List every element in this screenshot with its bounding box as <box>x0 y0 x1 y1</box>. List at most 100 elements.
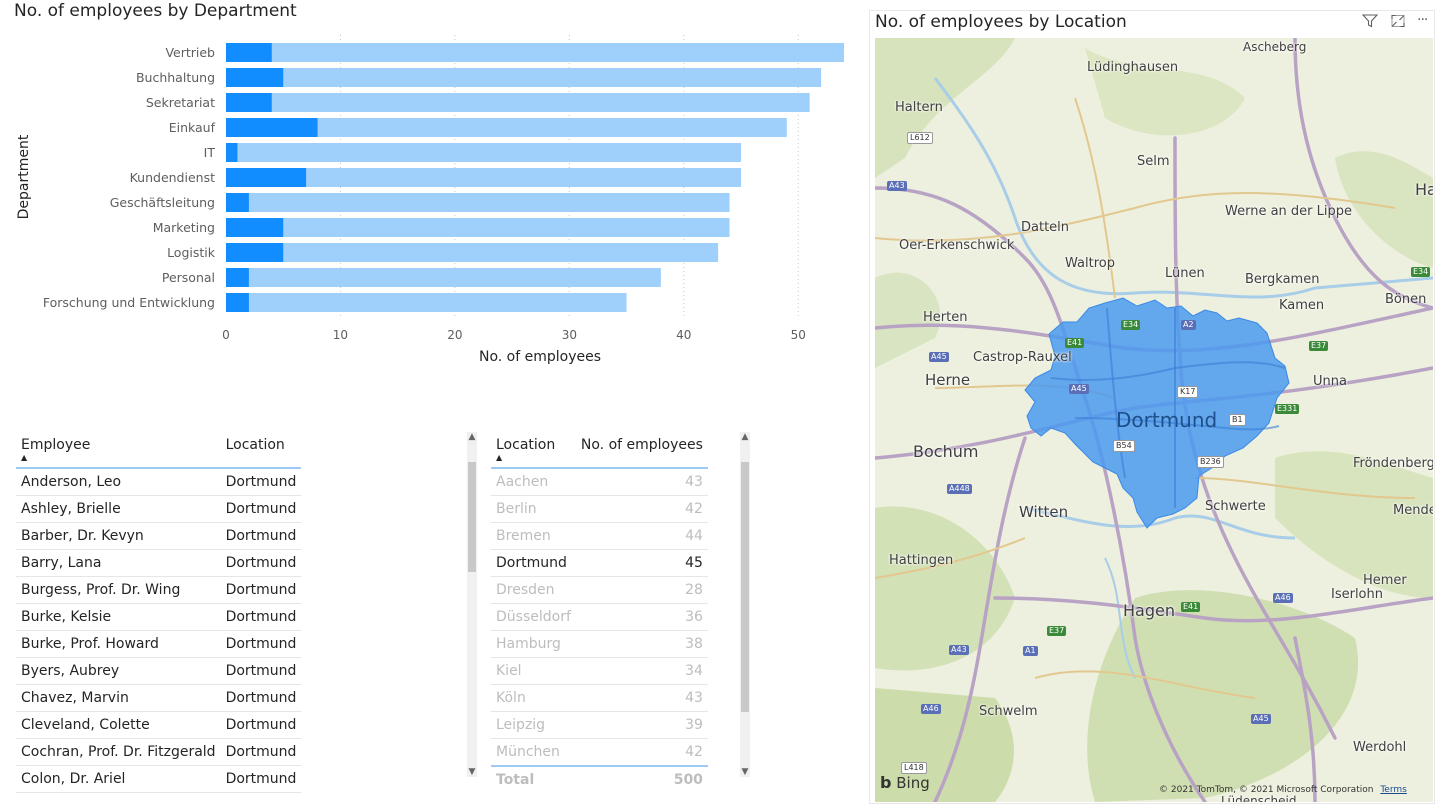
bar-total[interactable] <box>226 143 741 162</box>
map-place-label: Werne an der Lippe <box>1225 204 1352 219</box>
location-cell: Dortmund <box>220 576 302 604</box>
employee-column-header[interactable]: Employee ▲ <box>16 433 221 469</box>
location-cell: Dortmund <box>220 711 302 739</box>
table-row[interactable]: Bremen 44 <box>491 522 708 550</box>
bar-total[interactable] <box>226 43 844 62</box>
table-row[interactable]: Burgess, Prof. Dr. Wing Dortmund <box>16 576 302 604</box>
focus-mode-icon[interactable] <box>1390 14 1406 32</box>
employee-name-cell: Burke, Kelsie <box>16 603 221 631</box>
location-cell: Dortmund <box>491 549 576 577</box>
location-table-scrollbar[interactable]: ▲ ▼ <box>740 432 750 777</box>
road-shield: E331 <box>1275 404 1300 414</box>
bar-total[interactable] <box>226 243 719 262</box>
location-column-header[interactable]: Location ▲ <box>491 433 576 469</box>
employee-table[interactable]: Employee ▲ Location Anderson, Leo Dortmun… <box>16 433 302 793</box>
map-place-label: Herne <box>925 371 971 389</box>
table-row[interactable]: Aachen 43 <box>491 468 708 496</box>
bar-highlight[interactable] <box>226 268 249 287</box>
table-row[interactable]: Köln 43 <box>491 684 708 712</box>
table-row[interactable]: Barber, Dr. Kevyn Dortmund <box>16 522 302 550</box>
table-row[interactable]: Colon, Dr. Ariel Dortmund <box>16 765 302 793</box>
location-column-header[interactable]: Location <box>220 433 302 469</box>
bar-highlight[interactable] <box>226 168 307 187</box>
table-row[interactable]: München 42 <box>491 738 708 767</box>
total-value: 500 <box>575 765 708 793</box>
table-row[interactable]: Düsseldorf 36 <box>491 603 708 631</box>
table-row[interactable]: Hamburg 38 <box>491 630 708 658</box>
road-shield: B1 <box>1229 414 1246 426</box>
employee-name-cell: Burgess, Prof. Dr. Wing <box>16 576 221 604</box>
bar-total[interactable] <box>226 193 730 212</box>
filter-icon[interactable] <box>1361 14 1379 32</box>
location-cell: München <box>491 738 576 767</box>
more-options-icon[interactable]: ··· <box>1417 12 1428 28</box>
bar-highlight[interactable] <box>226 218 284 237</box>
map-place-label: Werdohl <box>1353 740 1407 755</box>
map-place-label: Unna <box>1313 374 1347 389</box>
table-row[interactable]: Ashley, Brielle Dortmund <box>16 495 302 523</box>
table-row[interactable]: Byers, Aubrey Dortmund <box>16 657 302 685</box>
bar-highlight[interactable] <box>226 93 272 112</box>
table-row[interactable]: Dortmund 45 <box>491 549 708 577</box>
road-shield: E41 <box>1065 338 1085 348</box>
scroll-up-icon[interactable]: ▲ <box>740 432 750 442</box>
table-row[interactable]: Cochran, Prof. Dr. Fitzgerald Dortmund <box>16 738 302 766</box>
x-tick-label: 0 <box>222 328 230 342</box>
table-row[interactable]: Kiel 34 <box>491 657 708 685</box>
bar-total[interactable] <box>226 68 822 87</box>
map-place-label: Schwerte <box>1205 499 1266 514</box>
map-place-label: Hattingen <box>889 553 954 568</box>
employee-count-cell: 44 <box>575 522 708 550</box>
bar-chart[interactable]: 0 10 20 30 40 50 Vertrieb Buchhaltung Sekretaria… <box>0 25 860 375</box>
selected-city-label[interactable]: Dortmund <box>1116 408 1217 432</box>
scroll-down-icon[interactable]: ▼ <box>467 767 477 777</box>
map-place-label: Herten <box>923 310 968 325</box>
scrollbar-thumb[interactable] <box>468 462 476 572</box>
map-place-label: Bochum <box>913 442 979 461</box>
location-cell: Dortmund <box>220 657 302 685</box>
bar-highlight[interactable] <box>226 118 318 137</box>
bar-highlight[interactable] <box>226 68 284 87</box>
bar-highlight[interactable] <box>226 243 284 262</box>
bar-highlight[interactable] <box>226 43 272 62</box>
category-label: Buchhaltung <box>136 70 215 85</box>
table-row[interactable]: Leipzig 39 <box>491 711 708 739</box>
bar-total[interactable] <box>226 268 661 287</box>
table-row[interactable]: Dresden 28 <box>491 576 708 604</box>
road-shield: A2 <box>1181 320 1196 330</box>
bar-total[interactable] <box>226 93 810 112</box>
employee-count-column-header[interactable]: No. of employees <box>575 433 708 469</box>
bar-highlight[interactable] <box>226 193 249 212</box>
bar-highlight[interactable] <box>226 143 238 162</box>
category-label: Einkauf <box>169 120 216 135</box>
employee-name-cell: Cochran, Prof. Dr. Fitzgerald <box>16 738 221 766</box>
map-canvas[interactable]: Ascheberg Lüdinghausen Haltern Selm Werne an… <box>875 38 1433 802</box>
table-row[interactable]: Cleveland, Colette Dortmund <box>16 711 302 739</box>
employee-name-cell: Barber, Dr. Kevyn <box>16 522 221 550</box>
table-row[interactable]: Chavez, Marvin Dortmund <box>16 684 302 712</box>
bar-total[interactable] <box>226 218 730 237</box>
location-table[interactable]: Location ▲ No. of employees Aachen 43 Berl… <box>491 433 708 793</box>
table-row[interactable]: Anderson, Leo Dortmund <box>16 468 302 496</box>
table-row[interactable]: Berlin 42 <box>491 495 708 523</box>
employee-name-cell: Cleveland, Colette <box>16 711 221 739</box>
y-axis-title: Department <box>16 134 32 219</box>
table-row[interactable]: Barry, Lana Dortmund <box>16 549 302 577</box>
employee-name-cell: Anderson, Leo <box>16 468 221 496</box>
scroll-up-icon[interactable]: ▲ <box>467 432 477 442</box>
terms-link[interactable]: Terms <box>1380 785 1407 795</box>
sort-ascending-icon[interactable]: ▲ <box>21 454 216 462</box>
map-place-label: Datteln <box>1021 220 1070 235</box>
table-row[interactable]: Burke, Prof. Howard Dortmund <box>16 630 302 658</box>
category-label: IT <box>204 145 216 160</box>
scroll-down-icon[interactable]: ▼ <box>740 767 750 777</box>
employee-name-cell: Ashley, Brielle <box>16 495 221 523</box>
x-tick-label: 50 <box>791 328 806 342</box>
scrollbar-thumb[interactable] <box>741 462 749 712</box>
bar-highlight[interactable] <box>226 293 249 312</box>
bar-total[interactable] <box>226 293 627 312</box>
road-shield: A448 <box>947 484 972 494</box>
sort-ascending-icon[interactable]: ▲ <box>496 454 571 462</box>
employee-table-scrollbar[interactable]: ▲ ▼ <box>467 432 477 777</box>
table-row[interactable]: Burke, Kelsie Dortmund <box>16 603 302 631</box>
